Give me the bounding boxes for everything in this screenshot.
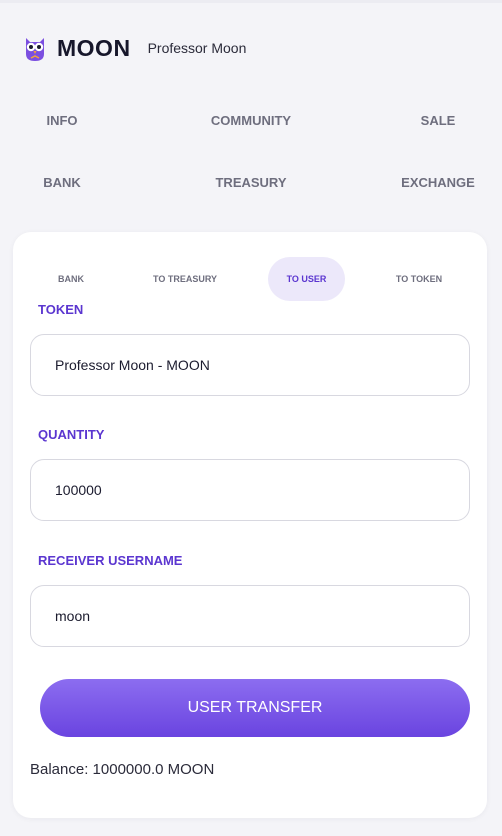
token-label: TOKEN (38, 302, 84, 317)
nav-treasury[interactable]: TREASURY (171, 168, 331, 198)
quantity-label: QUANTITY (38, 427, 105, 442)
token-select[interactable]: Professor Moon - MOON (30, 334, 470, 396)
nav-bank[interactable]: BANK (0, 168, 142, 198)
nav-info[interactable]: INFO (0, 106, 142, 136)
nav-sale[interactable]: SALE (358, 106, 502, 136)
balance-text: Balance: 1000000.0 MOON (30, 761, 215, 778)
transfer-card: BANK TO TREASURY TO USER TO TOKEN TOKEN … (13, 232, 487, 818)
nav-exchange[interactable]: EXCHANGE (358, 168, 502, 198)
user-transfer-button[interactable]: USER TRANSFER (40, 679, 470, 737)
app-header: MOON Professor Moon (22, 32, 246, 64)
nav-community[interactable]: COMMUNITY (171, 106, 331, 136)
top-divider (0, 0, 502, 3)
tab-to-token[interactable]: TO TOKEN (381, 257, 457, 301)
brand-name: MOON (57, 34, 131, 61)
quantity-input[interactable]: 100000 (30, 459, 470, 521)
tab-to-user[interactable]: TO USER (268, 257, 345, 301)
tab-bank[interactable]: BANK (41, 257, 101, 301)
tab-to-treasury[interactable]: TO TREASURY (145, 257, 225, 301)
owl-icon[interactable] (22, 34, 48, 62)
receiver-username-label: RECEIVER USERNAME (38, 553, 183, 568)
transfer-tabs: BANK TO TREASURY TO USER TO TOKEN (13, 257, 487, 301)
receiver-username-input[interactable]: moon (30, 585, 470, 647)
current-username: Professor Moon (147, 40, 247, 56)
